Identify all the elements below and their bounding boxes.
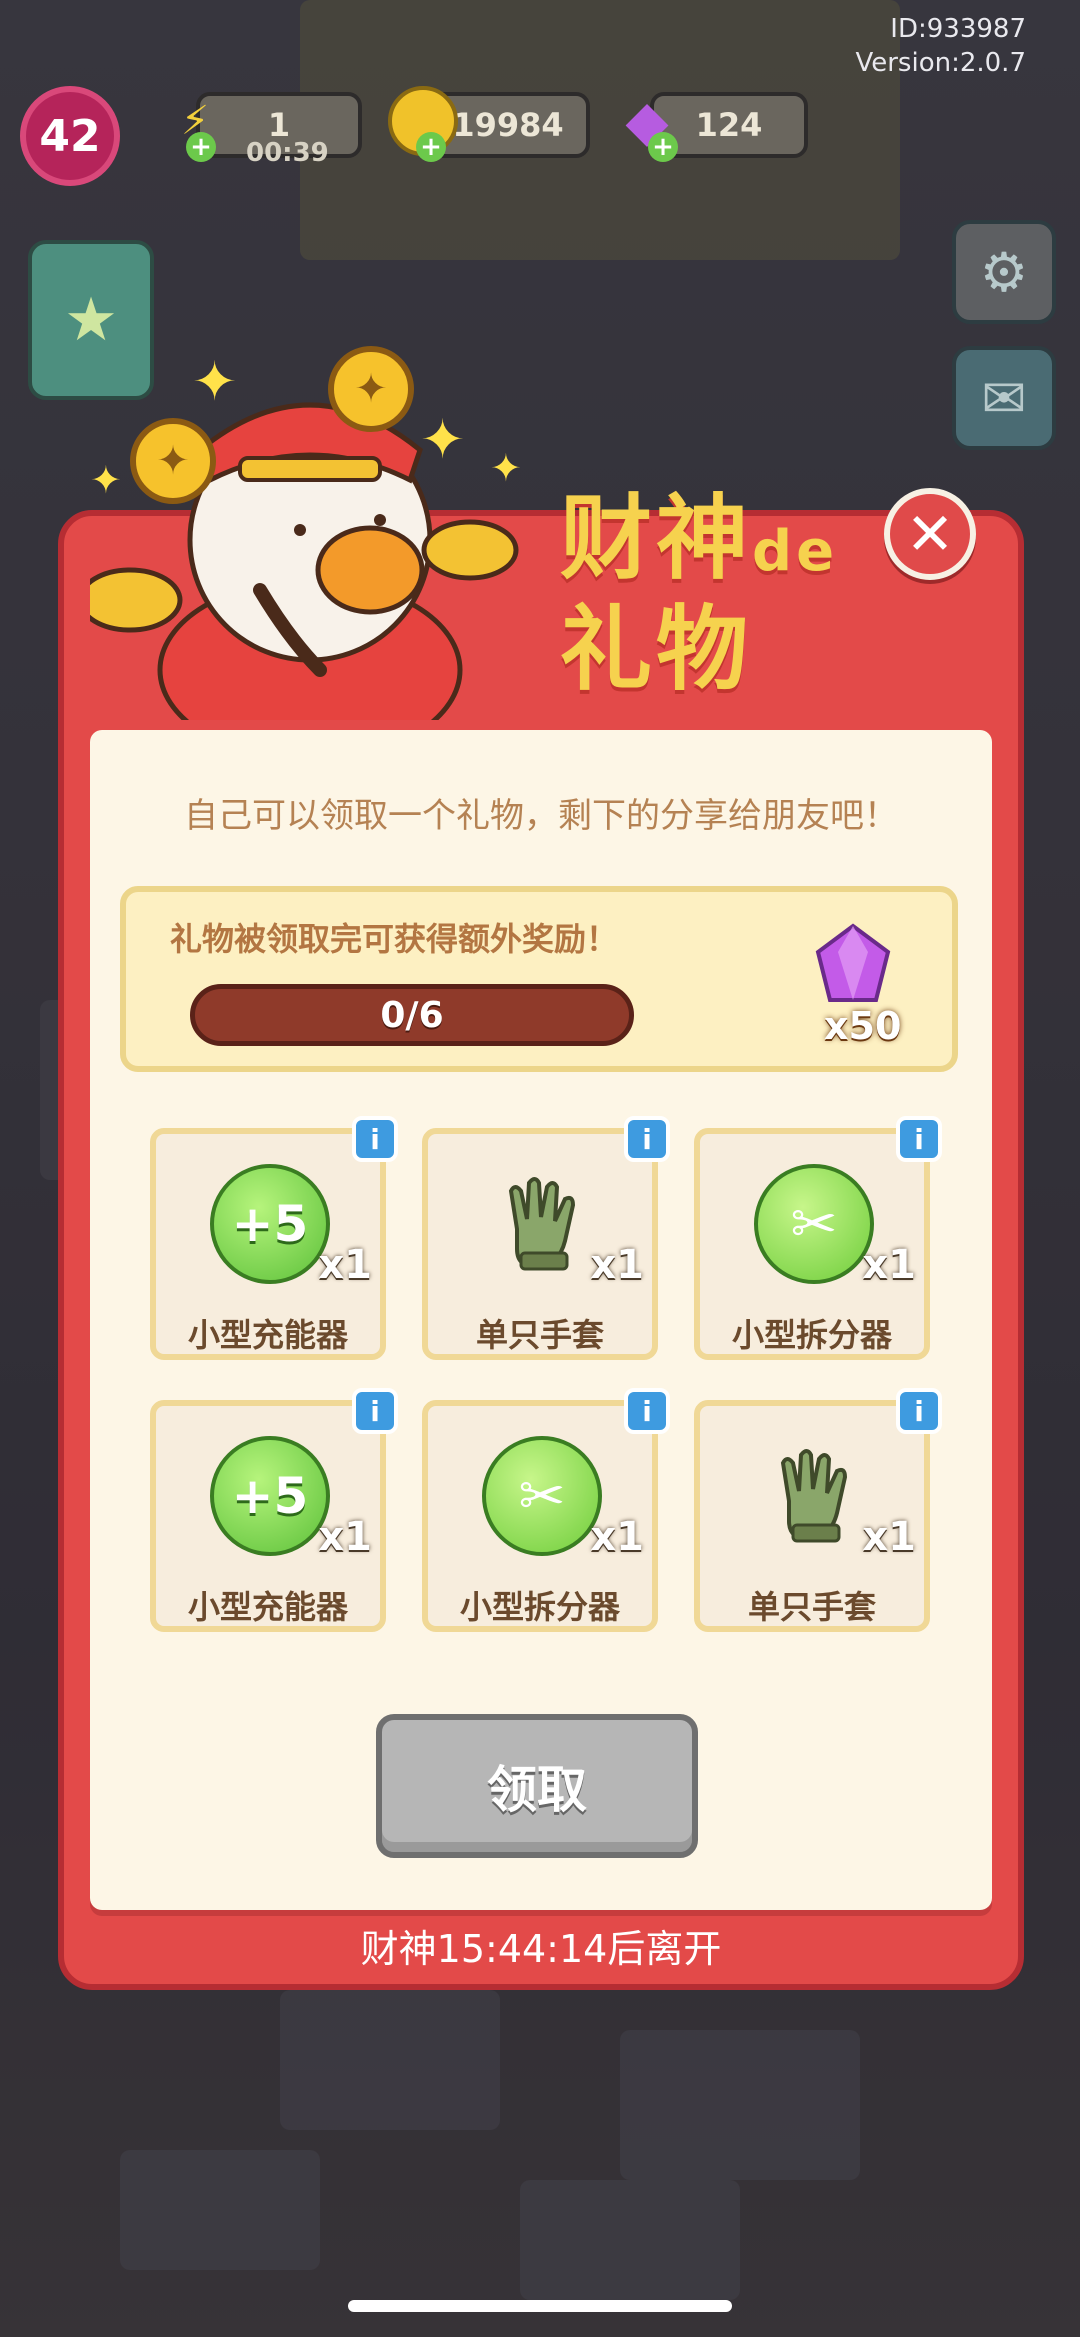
bonus-reward-count: x50 — [824, 1004, 902, 1048]
mail-icon: ✉ — [981, 366, 1027, 430]
gift-quantity: x1 — [590, 1514, 644, 1560]
settings-button[interactable]: ⚙ — [952, 220, 1056, 324]
progress-label: 0/6 — [380, 994, 444, 1036]
gift-quantity: x1 — [318, 1514, 372, 1560]
gift-name: 小型拆分器 — [459, 1588, 620, 1626]
charger-icon: +5 — [210, 1164, 330, 1284]
sparkle-icon: ✦ — [420, 408, 466, 471]
claim-button[interactable]: 领取 — [376, 1714, 698, 1858]
gift-slot[interactable]: i x1 单只手套 — [694, 1388, 942, 1632]
gift-slot[interactable]: i +5 x1 小型充能器 — [150, 1116, 398, 1360]
gift-quantity: x1 — [318, 1242, 372, 1288]
gift-quantity: x1 — [862, 1242, 916, 1288]
coin-decoration: ✦ — [328, 346, 414, 432]
gift-quantity: x1 — [862, 1514, 916, 1560]
gift-panel: 自己可以领取一个礼物，剩下的分享给朋友吧！ 礼物被领取完可获得额外奖励！ 0/6… — [90, 730, 992, 1910]
gem-value: 124 — [695, 106, 763, 144]
intro-text: 自己可以领取一个礼物，剩下的分享给朋友吧！ — [184, 796, 898, 836]
close-icon: ✕ — [905, 500, 955, 568]
add-coins-button[interactable]: + — [416, 132, 446, 162]
gift-name: 小型拆分器 — [731, 1316, 892, 1354]
info-icon[interactable]: i — [352, 1116, 398, 1162]
title-de: de — [752, 519, 839, 584]
gift-name: 小型充能器 — [187, 1588, 348, 1626]
title-part-2: 礼物 — [560, 596, 753, 703]
sparkle-icon: ✦ — [192, 350, 238, 413]
charger-icon: +5 — [210, 1436, 330, 1556]
build-info: ID:933987 Version:2.0.7 — [855, 12, 1026, 80]
close-button[interactable]: ✕ — [884, 488, 976, 580]
bonus-box: 礼物被领取完可获得额外奖励！ 0/6 x50 — [120, 886, 958, 1072]
info-icon[interactable]: i — [896, 1116, 942, 1162]
mail-button[interactable]: ✉ — [952, 346, 1056, 450]
gem-reward-icon — [815, 923, 891, 1002]
claim-label: 领取 — [487, 1761, 587, 1819]
gift-name: 单只手套 — [475, 1316, 604, 1354]
energy-timer: 00:39 — [246, 138, 329, 168]
sparkle-icon: ✦ — [490, 446, 522, 490]
gift-slot[interactable]: i +5 x1 小型充能器 — [150, 1388, 398, 1632]
sparkle-icon: ✦ — [90, 458, 122, 502]
add-gems-button[interactable]: + — [648, 132, 678, 162]
gift-name: 单只手套 — [747, 1588, 876, 1626]
title-part-1: 财神 — [560, 485, 753, 592]
info-icon[interactable]: i — [352, 1388, 398, 1434]
gift-name: 小型充能器 — [187, 1316, 348, 1354]
level-number: 42 — [39, 110, 101, 162]
bonus-text: 礼物被领取完可获得额外奖励！ — [170, 920, 619, 958]
gift-quantity: x1 — [590, 1242, 644, 1288]
gift-slot[interactable]: i ✂ x1 小型拆分器 — [422, 1388, 670, 1632]
home-indicator[interactable] — [348, 2300, 732, 2312]
leave-countdown: 财神15:44:14后离开 — [360, 1927, 722, 1971]
scissors-icon: ✂ — [482, 1436, 602, 1556]
scissors-icon: ✂ — [754, 1164, 874, 1284]
version-text: Version:2.0.7 — [855, 48, 1026, 78]
gift-slot[interactable]: i x1 单只手套 — [422, 1116, 670, 1360]
user-id: ID:933987 — [890, 14, 1026, 44]
god-of-wealth-mascot — [90, 402, 519, 720]
coin-decoration: ✦ — [130, 418, 216, 504]
gift-slot[interactable]: i ✂ x1 小型拆分器 — [694, 1116, 942, 1360]
gear-icon: ⚙ — [979, 240, 1029, 304]
info-icon[interactable]: i — [624, 1388, 670, 1434]
progress-bar: 0/6 — [190, 984, 634, 1046]
level-badge[interactable]: 42 — [20, 86, 120, 186]
coin-value: 19984 — [452, 106, 564, 144]
glove-icon — [754, 1436, 874, 1556]
add-energy-button[interactable]: + — [186, 132, 216, 162]
info-icon[interactable]: i — [624, 1116, 670, 1162]
modal-title: 财神de 礼物 — [560, 490, 900, 699]
glove-icon — [482, 1164, 602, 1284]
info-icon[interactable]: i — [896, 1388, 942, 1434]
